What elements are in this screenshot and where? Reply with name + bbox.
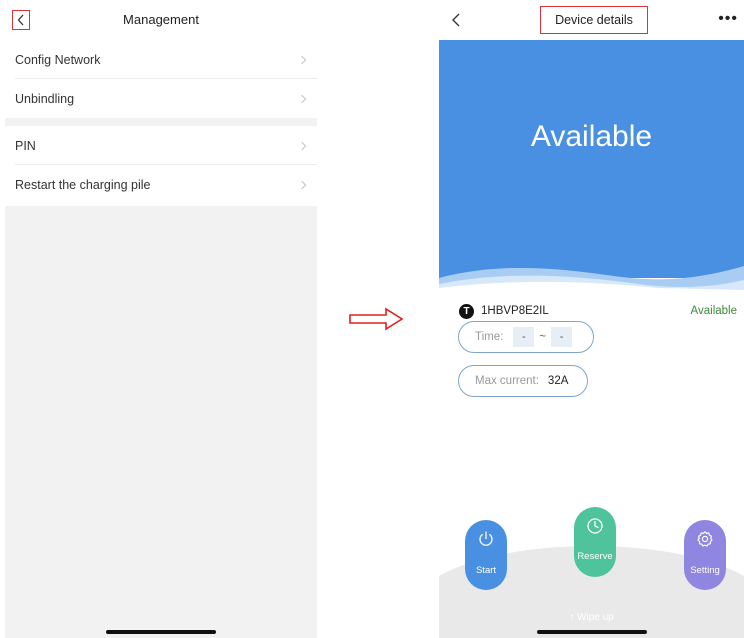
chevron-right-icon xyxy=(297,180,307,189)
start-button-label: Start xyxy=(475,565,497,576)
hero-wave-background xyxy=(439,40,744,290)
time-start-field[interactable]: - xyxy=(513,327,535,347)
home-indicator[interactable] xyxy=(536,630,647,634)
max-current-label: Max current: xyxy=(475,375,539,387)
time-separator: ~ xyxy=(539,331,547,343)
hero-status-text: Available xyxy=(530,120,653,153)
setting-button[interactable]: Setting xyxy=(684,520,726,590)
start-button[interactable]: Start xyxy=(465,520,507,590)
reserve-button[interactable]: Reserve xyxy=(574,507,616,577)
device-info-row: T 1HBVP8E2IL Available xyxy=(459,304,741,320)
time-end-field[interactable]: - xyxy=(551,327,573,347)
menu-item-config-network[interactable]: Config Network xyxy=(5,40,317,79)
menu-item-unbinding[interactable]: Unbindling xyxy=(5,79,317,118)
menu-item-restart-pile[interactable]: Restart the charging pile xyxy=(5,165,317,204)
menu-item-label: Unbindling xyxy=(15,91,75,106)
page-title: Management xyxy=(123,12,199,27)
reserve-button-label: Reserve xyxy=(577,551,613,562)
menu-item-pin[interactable]: PIN xyxy=(5,126,317,165)
menu-group-device: PIN Restart the charging pile xyxy=(5,126,317,206)
max-current-value: 32A xyxy=(547,375,569,387)
status-hero: Available xyxy=(439,40,744,290)
chevron-right-icon xyxy=(297,55,307,64)
page-title-text: Device details xyxy=(555,13,633,27)
wipe-up-hint[interactable]: ↑ Wipe up xyxy=(439,612,744,623)
time-range-field[interactable]: Time: - ~ - xyxy=(458,321,594,353)
power-icon xyxy=(479,531,493,546)
management-header: Management xyxy=(5,0,317,40)
max-current-field[interactable]: Max current: 32A xyxy=(458,365,588,397)
back-button[interactable] xyxy=(451,12,461,28)
menu-item-label: Config Network xyxy=(15,52,101,67)
setting-button-label: Setting xyxy=(690,565,720,576)
page-title: Device details xyxy=(540,6,648,34)
time-label: Time: xyxy=(475,331,504,343)
chevron-left-icon xyxy=(452,13,460,27)
status-badge: Available xyxy=(690,305,737,317)
menu-item-label: Restart the charging pile xyxy=(15,177,151,192)
device-id: 1HBVP8E2IL xyxy=(481,305,549,317)
home-indicator[interactable] xyxy=(106,630,216,634)
menu-group-network: Config Network Unbindling xyxy=(5,40,317,118)
more-dots-icon[interactable]: ••• xyxy=(718,10,738,28)
chevron-right-icon xyxy=(297,141,307,150)
device-header: Device details ••• xyxy=(439,0,744,40)
device-details-screen: Device details ••• Available T 1HBVP8E2I… xyxy=(439,0,744,638)
menu-item-label: PIN xyxy=(15,138,36,153)
gear-icon xyxy=(697,531,713,547)
arrow-right-icon xyxy=(348,306,406,332)
management-screen: Management Config Network Unbindling PIN… xyxy=(5,0,317,638)
clock-icon xyxy=(587,518,603,534)
chevron-right-icon xyxy=(297,94,307,103)
brand-logo-icon: T xyxy=(459,304,474,319)
